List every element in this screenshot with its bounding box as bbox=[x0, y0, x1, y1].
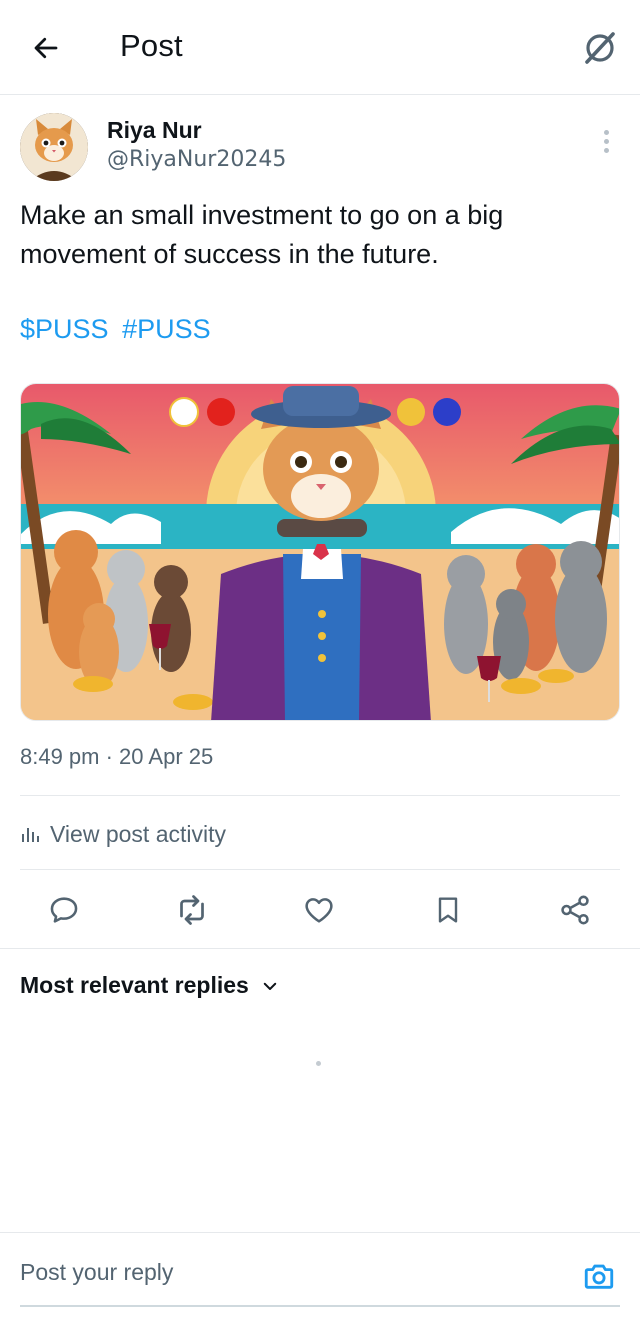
top-bar: Post bbox=[0, 0, 640, 95]
arrow-left-icon bbox=[34, 37, 58, 59]
repost-icon bbox=[180, 895, 204, 925]
bar-chart-icon bbox=[22, 828, 39, 842]
cashtag-link[interactable]: $PUSS bbox=[20, 314, 109, 344]
post-tags: $PUSS #PUSS bbox=[20, 314, 217, 345]
reply-input[interactable] bbox=[20, 1259, 540, 1286]
divider bbox=[20, 795, 620, 796]
divider bbox=[20, 869, 620, 870]
more-vertical-icon bbox=[603, 129, 609, 135]
back-button[interactable] bbox=[24, 26, 68, 70]
replies-sort-label: Most relevant replies bbox=[20, 972, 249, 998]
view-post-activity-link[interactable]: View post activity bbox=[20, 816, 226, 852]
bookmark-icon bbox=[438, 897, 458, 923]
post-timestamp: 8:49 pm · 20 Apr 25 bbox=[20, 744, 214, 769]
reply-button[interactable] bbox=[42, 888, 86, 932]
like-button[interactable] bbox=[297, 888, 341, 932]
loading-indicator bbox=[316, 1061, 321, 1066]
grok-icon bbox=[585, 32, 615, 64]
more-options-button[interactable] bbox=[592, 124, 620, 158]
view-post-activity-label: View post activity bbox=[50, 820, 226, 847]
camera-button[interactable] bbox=[578, 1255, 620, 1297]
author-handle[interactable]: @RiyaNur20245 bbox=[107, 147, 286, 172]
avatar[interactable] bbox=[20, 113, 88, 181]
hashtag-link[interactable]: #PUSS bbox=[122, 314, 211, 344]
replies-sort-dropdown[interactable]: Most relevant replies bbox=[20, 972, 279, 999]
bookmark-button[interactable] bbox=[426, 888, 470, 932]
divider bbox=[0, 948, 640, 949]
heart-icon bbox=[305, 898, 333, 923]
share-button[interactable] bbox=[553, 888, 597, 932]
cat-avatar-image bbox=[20, 113, 88, 181]
action-bar bbox=[0, 880, 640, 940]
chevron-down-icon bbox=[263, 982, 277, 990]
page-title: Post bbox=[120, 28, 183, 63]
cat-captain-illustration bbox=[21, 384, 619, 720]
share-icon bbox=[561, 895, 589, 925]
reply-composer bbox=[0, 1232, 640, 1317]
author-display-name[interactable]: Riya Nur bbox=[107, 117, 202, 144]
reply-input-underline bbox=[20, 1305, 620, 1307]
post-image[interactable] bbox=[20, 383, 620, 721]
comment-icon bbox=[50, 897, 78, 923]
post-text: Make an small investment to go on a big … bbox=[20, 200, 504, 269]
camera-icon bbox=[584, 1264, 614, 1289]
grok-button[interactable] bbox=[576, 24, 624, 72]
repost-button[interactable] bbox=[170, 888, 214, 932]
